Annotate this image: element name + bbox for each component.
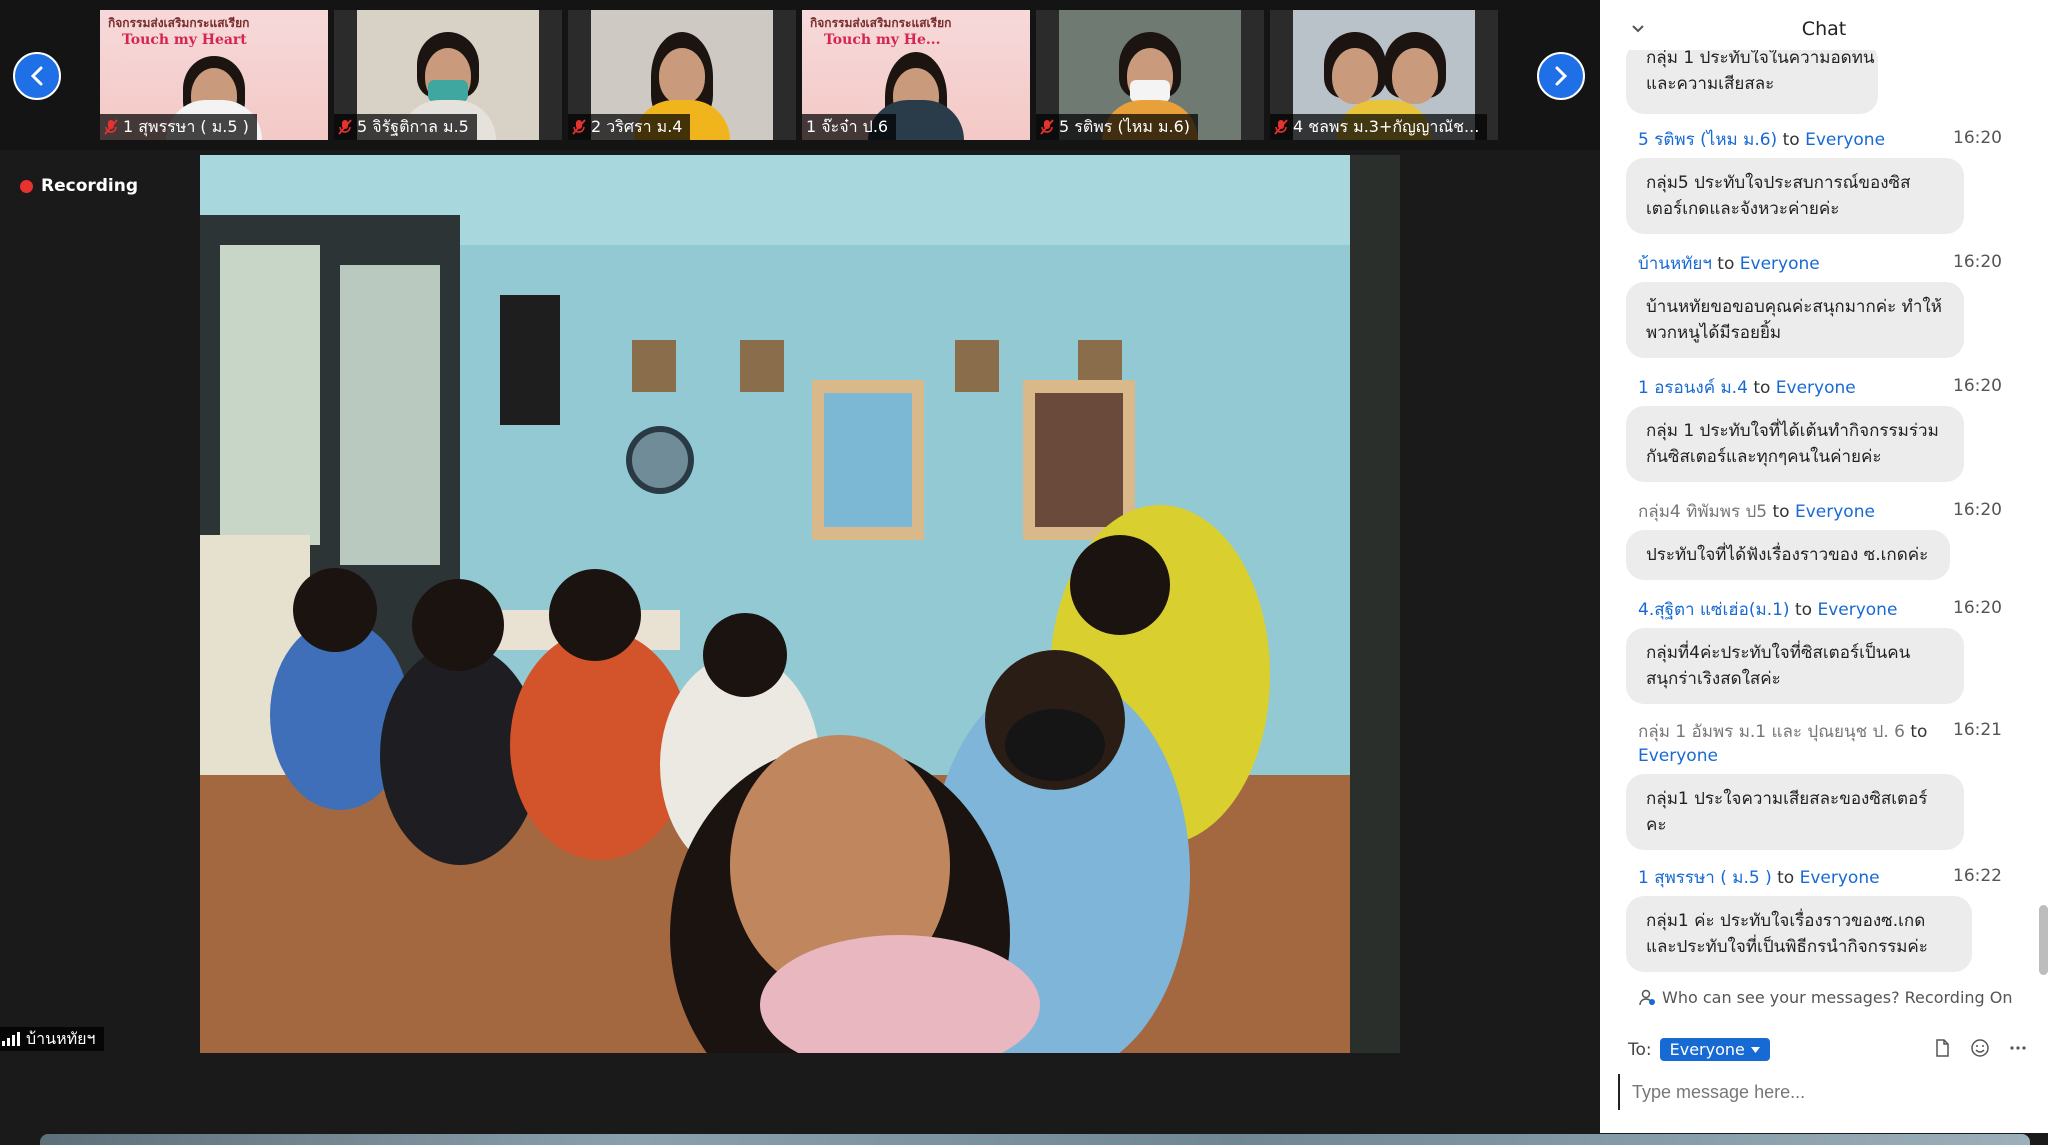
message-bubble: กลุ่ม 1 ประทับใจที่ได้เต้นทำกิจกรรมร่วม … (1626, 406, 1964, 482)
participant-video (659, 48, 705, 104)
banner-text: กิจกรรมส่งเสริมกระแสเรียก (108, 16, 250, 30)
message-input[interactable] (1618, 1074, 2034, 1110)
active-speaker-name: บ้านหทัยฯ (26, 1029, 96, 1048)
message-sender[interactable]: 5 รติพร (ไหม ม.6) (1638, 130, 1777, 150)
message-header: กลุ่ม 1 อัมพร ม.1 และ ปุณยนุช ป. 6 to Ev… (1638, 722, 1928, 766)
participant-tile[interactable]: 2 วริศรา ม.4 (568, 10, 796, 140)
message-bubble: กลุ่ม1 ค่ะ ประทับใจเรื่องราวของซ.เกด และ… (1626, 896, 1972, 972)
participant-name-tag: 1 จ๊ะจ๋า ป.6 (802, 114, 897, 140)
participant-tile[interactable]: 4 ชลพร ม.3+กัญญาณัช... (1270, 10, 1498, 140)
message-time: 16:22 (1953, 866, 2002, 886)
banner-title: Touch my Heart (122, 32, 247, 48)
caret-down-icon (1750, 1046, 1760, 1053)
participant-name: 5 รติพร (ไหม ม.6) (1059, 117, 1190, 136)
message-header: 1 สุพรรษา ( ม.5 ) to Everyone (1638, 868, 1880, 888)
message-time: 16:20 (1953, 376, 2002, 396)
signal-strength-icon (2, 1032, 20, 1046)
message-bubble: กลุ่ม1 ประใจความเสียสละของซิสเตอร์ คะ (1626, 774, 1964, 850)
active-speaker-video (200, 155, 1400, 1053)
participant-tile[interactable]: 5 จิรัฐติกาล ม.5 (334, 10, 562, 140)
message-recipient: Everyone (1805, 130, 1886, 150)
participant-name-tag: 5 รติพร (ไหม ม.6) (1036, 114, 1198, 140)
more-options-icon[interactable] (2008, 1038, 2028, 1058)
message-header: 4.สุฐิตา แซ่เฮ่อ(ม.1) to Everyone (1638, 600, 1898, 620)
message-sender[interactable]: 4.สุฐิตา แซ่เฮ่อ(ม.1) (1638, 600, 1790, 620)
recipient-row: To: Everyone (1628, 1038, 1770, 1061)
participant-tile[interactable]: 5 รติพร (ไหม ม.6) (1036, 10, 1264, 140)
mic-muted-icon (104, 119, 118, 135)
participant-name: 1 สุพรรษา ( ม.5 ) (123, 117, 249, 136)
banner-title: Touch my He... (824, 32, 941, 48)
banner-text: กิจกรรมส่งเสริมกระแสเรียก (810, 16, 952, 30)
participant-name-tag: 4 ชลพร ม.3+กัญญาณัช... (1270, 114, 1488, 140)
message-recipient: Everyone (1638, 746, 1718, 766)
message-recipient: Everyone (1739, 254, 1820, 274)
file-icon[interactable] (1932, 1038, 1952, 1058)
mic-muted-icon (572, 119, 586, 135)
message-recipient: Everyone (1775, 378, 1856, 398)
recording-label: Recording (41, 176, 139, 196)
recording-indicator: Recording (20, 176, 138, 196)
message-time: 16:20 (1953, 598, 2002, 618)
participant-name-tag: 1 สุพรรษา ( ม.5 ) (100, 114, 257, 140)
message-header: บ้านหทัยฯ to Everyone (1638, 254, 1820, 274)
privacy-notice[interactable]: Who can see your messages? Recording On (1638, 988, 2013, 1007)
message-time: 16:20 (1953, 128, 2002, 148)
next-page-button[interactable] (1537, 52, 1585, 100)
message-time: 16:20 (1953, 252, 2002, 272)
emoji-icon[interactable] (1970, 1038, 1990, 1058)
message-sender[interactable]: 1 สุพรรษา ( ม.5 ) (1638, 868, 1772, 888)
mic-muted-icon (1040, 119, 1054, 135)
message-recipient: Everyone (1795, 502, 1875, 522)
video-area: กิจกรรมส่งเสริมกระแสเรียก Touch my Heart… (0, 0, 2030, 1145)
participant-name-tag: 2 วริศรา ม.4 (568, 114, 691, 140)
message-sender[interactable]: บ้านหทัยฯ (1638, 254, 1712, 274)
video-frame (200, 155, 1400, 1053)
message-recipient: Everyone (1799, 868, 1880, 888)
message-header: 1 อรอนงค์ ม.4 to Everyone (1638, 378, 1856, 398)
chat-panel: Chat กลุ่ม 1 ประทับใจในความอดทน และความเ… (1600, 0, 2048, 1133)
chevron-right-icon (1555, 66, 1568, 86)
participant-name-tag: 5 จิรัฐติกาล ม.5 (334, 114, 477, 140)
message-sender[interactable]: กลุ่ม 1 อัมพร ม.1 และ ปุณยนุช ป. 6 (1638, 722, 1905, 742)
message-list: กลุ่ม 1 ประทับใจในความอดทน และความเสียสล… (1600, 50, 2048, 980)
participant-video (1392, 48, 1438, 104)
chat-scrollbar[interactable] (2039, 905, 2048, 975)
participant-tile[interactable]: กิจกรรมส่งเสริมกระแสเรียก Touch my He...… (802, 10, 1030, 140)
mic-muted-icon (1274, 119, 1288, 135)
message-sender[interactable]: 1 อรอนงค์ ม.4 (1638, 378, 1748, 398)
recipient-value: Everyone (1669, 1040, 1745, 1059)
message-recipient: Everyone (1817, 600, 1898, 620)
chevron-left-icon (30, 66, 43, 86)
participant-name: 4 ชลพร ม.3+กัญญาณัช... (1293, 117, 1480, 136)
recipient-dropdown[interactable]: Everyone (1659, 1038, 1770, 1061)
record-dot-icon (20, 179, 33, 193)
privacy-text: Who can see your messages? Recording On (1662, 988, 2013, 1007)
to-label: To: (1628, 1039, 1652, 1060)
message-header: 5 รติพร (ไหม ม.6) to Everyone (1638, 130, 1886, 150)
message-time: 16:20 (1953, 500, 2002, 520)
participant-name: 1 จ๊ะจ๋า ป.6 (806, 117, 889, 136)
mic-muted-icon (338, 119, 352, 135)
message-header: กลุ่ม4 ทิพัมพร ป5 to Everyone (1638, 502, 1875, 522)
person-info-icon (1639, 989, 1655, 1005)
message-bubble: บ้านหทัยขอขอบคุณค่ะสนุกมากค่ะ ทำให้ พวกห… (1626, 282, 1964, 358)
message-sender[interactable]: กลุ่ม4 ทิพัมพร ป5 (1638, 502, 1767, 522)
message-bubble: กลุ่ม 1 ประทับใจในความอดทน และความเสียสล… (1626, 50, 1878, 114)
participant-name: 5 จิรัฐติกาล ม.5 (357, 117, 469, 136)
chat-title: Chat (1801, 18, 1847, 40)
message-bubble: ประทับใจที่ได้ฟังเรื่องราวของ ซ.เกดค่ะ (1626, 530, 1950, 580)
message-bubble: กลุ่มที่4ค่ะประทับใจที่ซิสเตอร์เป็นคน สน… (1626, 628, 1964, 704)
participant-tile[interactable]: กิจกรรมส่งเสริมกระแสเรียก Touch my Heart… (100, 10, 328, 140)
participant-name: 2 วริศรา ม.4 (591, 117, 683, 136)
message-bubble: กลุ่ม5 ประทับใจประสบการณ์ของซิส เตอร์เกด… (1626, 158, 1964, 234)
chat-tools (1932, 1038, 2028, 1058)
previous-page-button[interactable] (13, 52, 61, 100)
dock (40, 1134, 2030, 1145)
active-speaker-name-tag: บ้านหทัยฯ (0, 1027, 104, 1051)
message-time: 16:21 (1953, 720, 2002, 740)
thumbnail-strip: กิจกรรมส่งเสริมกระแสเรียก Touch my Heart… (0, 0, 1600, 150)
